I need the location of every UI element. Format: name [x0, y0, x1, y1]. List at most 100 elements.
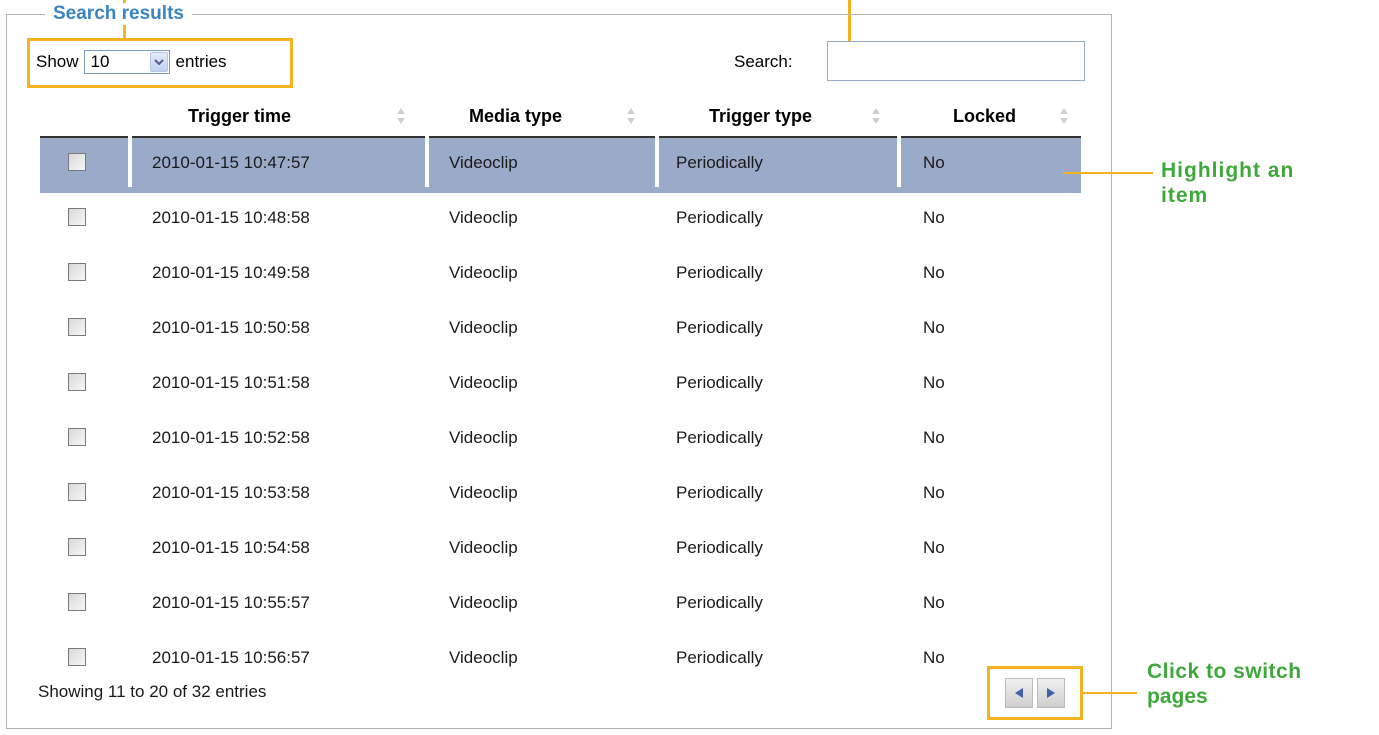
results-table-body: 2010-01-15 10:47:57 Videoclip Periodical… [40, 138, 1081, 688]
column-separator [897, 138, 901, 187]
column-separator [128, 138, 132, 187]
table-row[interactable]: 2010-01-15 10:48:58 Videoclip Periodical… [40, 193, 1081, 248]
row-checkbox[interactable] [68, 153, 86, 171]
cell-media-type: Videoclip [449, 537, 518, 557]
arrow-right-icon [1047, 688, 1055, 698]
table-row[interactable]: 2010-01-15 10:47:57 Videoclip Periodical… [40, 138, 1081, 193]
cell-trigger-type: Periodically [676, 317, 763, 337]
table-row[interactable]: 2010-01-15 10:52:58 Videoclip Periodical… [40, 413, 1081, 468]
cell-locked: No [923, 537, 945, 557]
cell-media-type: Videoclip [449, 317, 518, 337]
table-row[interactable]: 2010-01-15 10:53:58 Videoclip Periodical… [40, 468, 1081, 523]
cell-trigger-type: Periodically [676, 427, 763, 447]
show-entries-control: Show 10 entries [36, 49, 227, 75]
sort-icon [872, 108, 880, 124]
entries-select[interactable]: 10 [83, 50, 170, 74]
entries-label: entries [175, 52, 227, 71]
callout-line-highlight [1063, 172, 1153, 174]
switch-pages-annotation-line1: Click to switch [1147, 660, 1302, 683]
cell-trigger-type: Periodically [676, 372, 763, 392]
row-checkbox[interactable] [68, 593, 86, 611]
cell-media-type: Videoclip [449, 482, 518, 502]
cell-trigger-type: Periodically [676, 537, 763, 557]
previous-page-button[interactable] [1005, 678, 1033, 708]
table-row[interactable]: 2010-01-15 10:49:58 Videoclip Periodical… [40, 248, 1081, 303]
cell-locked: No [923, 482, 945, 502]
column-separator [425, 138, 429, 187]
cell-media-type: Videoclip [449, 372, 518, 392]
cell-trigger-time: 2010-01-15 10:52:58 [152, 427, 310, 447]
sort-icon [1060, 108, 1068, 124]
cell-trigger-type: Periodically [676, 262, 763, 282]
cell-media-type: Videoclip [449, 592, 518, 612]
pagination [989, 668, 1081, 718]
cell-trigger-time: 2010-01-15 10:50:58 [152, 317, 310, 337]
column-header-select [40, 96, 128, 138]
table-row[interactable]: 2010-01-15 10:56:57 Videoclip Periodical… [40, 633, 1081, 688]
cell-media-type: Videoclip [449, 427, 518, 447]
sort-icon [397, 108, 405, 124]
row-checkbox[interactable] [68, 428, 86, 446]
cell-locked: No [923, 207, 945, 227]
column-header-label: Locked [953, 105, 1017, 126]
column-header-media-type[interactable]: Media type [429, 96, 655, 138]
cell-locked: No [923, 592, 945, 612]
cell-trigger-time: 2010-01-15 10:56:57 [152, 647, 310, 667]
panel-title: Search results [45, 3, 192, 25]
table-row[interactable]: 2010-01-15 10:50:58 Videoclip Periodical… [40, 303, 1081, 358]
row-checkbox[interactable] [68, 318, 86, 336]
column-header-label: Trigger type [709, 105, 813, 126]
cell-trigger-type: Periodically [676, 152, 763, 172]
search-label: Search: [734, 52, 793, 71]
cell-locked: No [923, 427, 945, 447]
row-checkbox[interactable] [68, 208, 86, 226]
cell-trigger-type: Periodically [676, 647, 763, 667]
row-checkbox[interactable] [68, 373, 86, 391]
cell-media-type: Videoclip [449, 647, 518, 667]
row-checkbox[interactable] [68, 538, 86, 556]
cell-media-type: Videoclip [449, 262, 518, 282]
column-header-label: Media type [469, 105, 563, 126]
search-input[interactable] [827, 41, 1085, 81]
cell-trigger-time: 2010-01-15 10:55:57 [152, 592, 310, 612]
cell-locked: No [923, 372, 945, 392]
highlight-annotation-line1: Highlight an [1161, 159, 1295, 182]
cell-locked: No [923, 647, 945, 667]
table-row[interactable]: 2010-01-15 10:55:57 Videoclip Periodical… [40, 578, 1081, 633]
entries-select-value: 10 [90, 52, 110, 71]
column-header-trigger-time[interactable]: Trigger time [132, 96, 425, 138]
cell-locked: No [923, 317, 945, 337]
table-row[interactable]: 2010-01-15 10:54:58 Videoclip Periodical… [40, 523, 1081, 578]
table-header: Trigger time Media type Trigger type Loc… [40, 96, 1081, 138]
chevron-down-icon[interactable] [149, 52, 168, 72]
cell-media-type: Videoclip [449, 207, 518, 227]
cell-trigger-time: 2010-01-15 10:54:58 [152, 537, 310, 557]
row-checkbox[interactable] [68, 263, 86, 281]
cell-locked: No [923, 152, 945, 172]
cell-trigger-type: Periodically [676, 592, 763, 612]
highlight-annotation: Highlight an item [1161, 158, 1294, 208]
cell-trigger-type: Periodically [676, 207, 763, 227]
table-info: Showing 11 to 20 of 32 entries [38, 682, 267, 701]
callout-line-pager [1083, 692, 1137, 694]
arrow-left-icon [1015, 688, 1023, 698]
switch-pages-annotation-line2: pages [1147, 685, 1208, 708]
column-header-trigger-type[interactable]: Trigger type [659, 96, 897, 138]
row-checkbox[interactable] [68, 648, 86, 666]
column-header-locked[interactable]: Locked [901, 96, 1081, 138]
switch-pages-annotation: Click to switch pages [1147, 659, 1302, 709]
next-page-button[interactable] [1037, 678, 1065, 708]
row-checkbox[interactable] [68, 483, 86, 501]
sort-icon [627, 108, 635, 124]
column-separator [655, 138, 659, 187]
cell-trigger-time: 2010-01-15 10:48:58 [152, 207, 310, 227]
highlight-annotation-line2: item [1161, 184, 1209, 207]
table-row[interactable]: 2010-01-15 10:51:58 Videoclip Periodical… [40, 358, 1081, 413]
cell-trigger-time: 2010-01-15 10:47:57 [152, 152, 310, 172]
column-header-label: Trigger time [188, 105, 292, 126]
cell-trigger-time: 2010-01-15 10:53:58 [152, 482, 310, 502]
cell-trigger-time: 2010-01-15 10:51:58 [152, 372, 310, 392]
cell-trigger-type: Periodically [676, 482, 763, 502]
show-label: Show [36, 52, 79, 71]
cell-media-type: Videoclip [449, 152, 518, 172]
